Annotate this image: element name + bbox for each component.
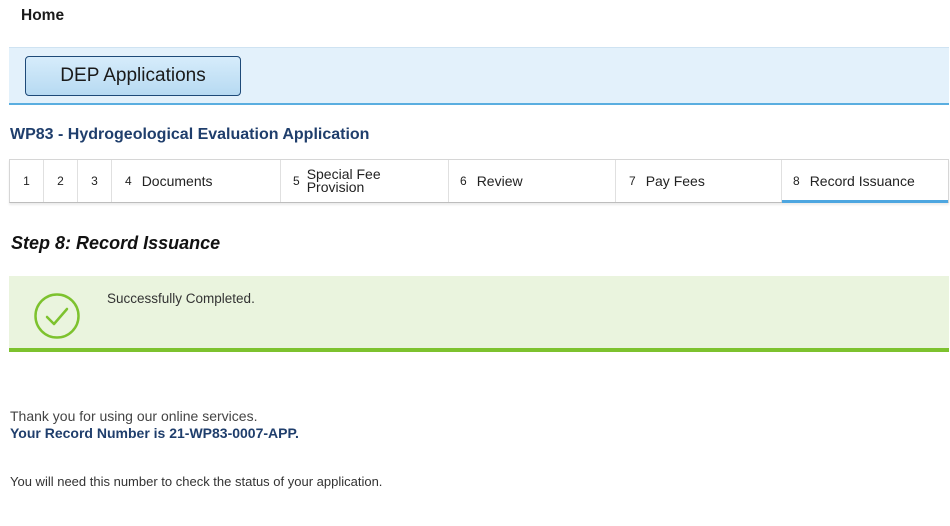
step-tab-6[interactable]: 6 Review [449, 160, 616, 202]
step-number: 7 [629, 174, 636, 188]
step-label: Special Fee Provision [306, 167, 381, 195]
step-label-line-2: Provision [306, 179, 365, 195]
step-tab-8[interactable]: 8 Record Issuance [782, 160, 948, 203]
step-number: 3 [91, 174, 98, 188]
step-heading: Step 8: Record Issuance [11, 233, 220, 254]
step-tabs: 1 2 3 4 Documents 5 Special Fee Provisio… [9, 159, 949, 203]
step-tab-2[interactable]: 2 [44, 160, 78, 202]
success-message-box: Successfully Completed. [9, 276, 949, 352]
step-number: 2 [57, 174, 64, 188]
record-number: Your Record Number is 21-WP83-0007-APP. [10, 425, 299, 441]
thank-you-text: Thank you for using our online services. [10, 408, 258, 424]
step-label: Pay Fees [645, 173, 705, 189]
step-tab-7[interactable]: 7 Pay Fees [616, 160, 782, 202]
step-number: 8 [793, 174, 800, 188]
step-label: Record Issuance [809, 173, 915, 189]
step-heading-separator: : [65, 233, 72, 253]
home-link[interactable]: Home [21, 7, 64, 25]
module-bar: DEP Applications [9, 47, 949, 105]
step-label: Documents [141, 173, 213, 189]
step-tab-3[interactable]: 3 [78, 160, 112, 202]
step-label: Review [476, 173, 523, 189]
step-number: 1 [23, 174, 30, 188]
step-heading-prefix: Step 8 [11, 233, 66, 253]
check-circle-icon [34, 293, 80, 339]
success-message: Successfully Completed. [107, 291, 255, 306]
application-title: WP83 - Hydrogeological Evaluation Applic… [10, 126, 370, 143]
step-tab-4[interactable]: 4 Documents [112, 160, 281, 202]
status-note: You will need this number to check the s… [10, 474, 383, 489]
step-tab-5[interactable]: 5 Special Fee Provision [281, 160, 449, 202]
step-number: 4 [125, 174, 132, 188]
dep-applications-button[interactable]: DEP Applications [25, 56, 241, 96]
step-number: 5 [293, 174, 300, 188]
step-number: 6 [460, 174, 467, 188]
step-heading-title: Record Issuance [76, 233, 221, 253]
step-tab-1[interactable]: 1 [10, 160, 44, 202]
